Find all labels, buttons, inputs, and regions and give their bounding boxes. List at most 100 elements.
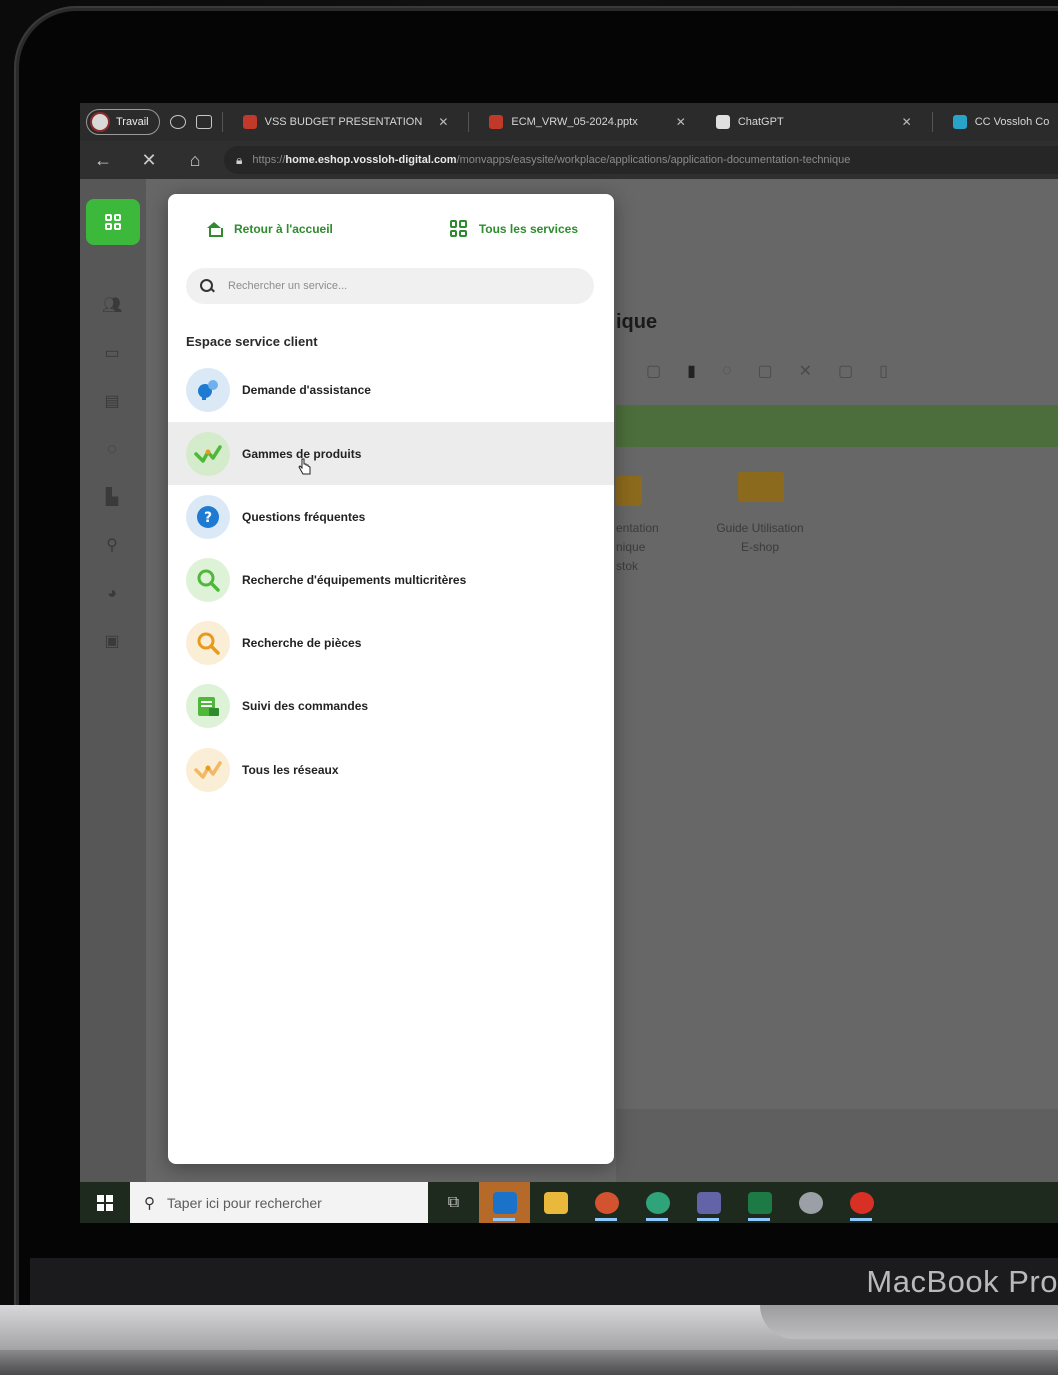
- divider: [221, 112, 223, 132]
- service-label: Recherche de pièces: [242, 635, 362, 650]
- networks-icon: [186, 747, 230, 792]
- apps-menu-button[interactable]: [86, 199, 140, 245]
- taskbar-search: ⚲: [130, 1182, 428, 1223]
- powerpoint-favicon-icon: [489, 115, 504, 129]
- tab-vossloh[interactable]: CC Vossloh Co: [943, 107, 1058, 137]
- service-label: Tous les réseaux: [242, 762, 339, 777]
- tab-budget-presentation[interactable]: VSS BUDGET PRESENTATION ✕: [233, 107, 459, 137]
- folder-icon[interactable]: [616, 476, 642, 506]
- toolbar-icon: ◌: [721, 362, 732, 379]
- service-item-gammes-produits[interactable]: Gammes de produits: [168, 422, 614, 485]
- file-explorer-icon[interactable]: [530, 1182, 581, 1223]
- service-item-tous-reseaux[interactable]: Tous les réseaux: [168, 738, 614, 801]
- left-rail: 👥︎ ▭ ▤ ◌ ▙ ⚲ ◕ ▣: [80, 179, 146, 1182]
- copy-icon: ▢: [837, 363, 854, 380]
- tab-ecm-pptx[interactable]: ECM_VRW_05-2024.pptx ✕: [479, 107, 695, 137]
- excel-icon[interactable]: [734, 1182, 785, 1223]
- tab-label: VSS BUDGET PRESENTATION: [264, 116, 423, 128]
- tab-actions-icon[interactable]: [195, 115, 212, 129]
- chrome-icon[interactable]: [836, 1182, 887, 1223]
- help-circle-icon[interactable]: ◌: [102, 441, 122, 459]
- toolbar-icon: ▢: [757, 363, 773, 380]
- back-arrow-icon[interactable]: ←: [80, 150, 126, 171]
- service-item-recherche-equipements[interactable]: Recherche d'équipements multicritères: [168, 548, 614, 611]
- users-icon[interactable]: 👥︎: [102, 297, 122, 315]
- search-equipment-icon: [186, 557, 230, 602]
- url-path: /monvapps/easysite/workplace/application…: [456, 154, 851, 166]
- breadcrumb-bar: [616, 405, 1058, 447]
- laptop-lid-notch: [760, 1305, 1058, 1339]
- cut-icon: ✕: [798, 363, 812, 380]
- toolbar-icon: ▯: [879, 363, 888, 380]
- close-icon[interactable]: ✕: [902, 115, 912, 129]
- page-footer: [616, 1109, 1058, 1182]
- lock-icon: 🔒︎: [236, 152, 243, 167]
- service-item-demande-assistance[interactable]: Demande d'assistance: [168, 358, 614, 421]
- os-taskbar: ⚲ ⧉: [80, 1182, 1058, 1223]
- browser-tab-bar: Travail VSS BUDGET PRESENTATION ✕ ECM_VR…: [80, 103, 1058, 141]
- service-item-questions-frequentes[interactable]: ? Questions fréquentes: [168, 485, 614, 548]
- search-icon: ⚲: [144, 1194, 155, 1212]
- folder-icon[interactable]: ▭: [102, 345, 122, 363]
- orders-icon: [186, 683, 230, 728]
- taskbar-search-input[interactable]: [167, 1194, 397, 1211]
- browser-nav-bar: ← ✕ ⌂ 🔒︎ https://home.eshop.vossloh-digi…: [80, 141, 1058, 179]
- service-item-recherche-pieces[interactable]: Recherche de pièces: [168, 611, 614, 674]
- task-view-icon[interactable]: ⧉: [428, 1182, 479, 1223]
- close-icon[interactable]: ✕: [438, 115, 448, 129]
- address-bar[interactable]: 🔒︎ https://home.eshop.vossloh-digital.co…: [224, 146, 1058, 174]
- powerpoint-icon[interactable]: [581, 1182, 632, 1223]
- section-title: Espace service client: [186, 334, 318, 349]
- building-icon[interactable]: ▙: [102, 489, 122, 507]
- service-label: Suivi des commandes: [242, 698, 369, 713]
- url-host: home.eshop.vossloh-digital.com: [285, 154, 457, 166]
- all-services-link[interactable]: Tous les services: [449, 220, 578, 237]
- app-icon[interactable]: [785, 1182, 836, 1223]
- document-icon[interactable]: ▤: [102, 393, 122, 411]
- folder-label[interactable]: Guide Utilisation E-shop: [695, 519, 825, 557]
- home-icon[interactable]: ⌂: [172, 150, 218, 171]
- laptop-deck-edge: [0, 1350, 1058, 1375]
- search-parts-icon: [186, 620, 230, 665]
- stop-loading-icon[interactable]: ✕: [126, 150, 172, 171]
- search-input[interactable]: [228, 280, 528, 292]
- profile-label: Travail: [116, 116, 149, 128]
- bookmark-icon: ▮: [687, 363, 696, 380]
- service-item-suivi-commandes[interactable]: Suivi des commandes: [168, 674, 614, 737]
- start-button[interactable]: [80, 1194, 130, 1211]
- home-link-label: Retour à l'accueil: [234, 221, 333, 236]
- outlook-icon[interactable]: [479, 1182, 530, 1223]
- home-link[interactable]: Retour à l'accueil: [206, 220, 333, 237]
- page-title: ique: [616, 311, 658, 333]
- pointer-hand-icon: [298, 458, 311, 475]
- svg-text:?: ?: [204, 510, 212, 526]
- folder-label[interactable]: entation nique stok: [616, 519, 676, 576]
- chat-icon[interactable]: ▣: [102, 633, 122, 651]
- edge-icon[interactable]: [632, 1182, 683, 1223]
- service-search: [186, 268, 594, 304]
- help-icon: ?: [186, 494, 230, 539]
- services-panel: Retour à l'accueil Tous les services Esp…: [168, 194, 614, 1164]
- powerpoint-favicon-icon: [242, 115, 257, 129]
- service-label: Recherche d'équipements multicritères: [242, 572, 467, 587]
- vossloh-favicon-icon: [952, 115, 967, 129]
- folder-icon[interactable]: [738, 472, 784, 502]
- chatgpt-favicon-icon: [715, 115, 730, 129]
- laptop-brand-label: MacBook Pro: [866, 1264, 1058, 1299]
- grid-icon: [449, 220, 467, 237]
- photo-scene: Travail VSS BUDGET PRESENTATION ✕ ECM_VR…: [0, 0, 1058, 1375]
- support-icon[interactable]: ◕: [102, 585, 122, 603]
- toolbar-icon: ▢: [646, 363, 662, 380]
- service-label: Questions fréquentes: [242, 509, 366, 524]
- workspaces-icon[interactable]: [169, 115, 186, 129]
- all-services-label: Tous les services: [478, 221, 578, 236]
- network-icon[interactable]: ⚲: [102, 537, 122, 555]
- document-toolbar: ▢ ▮ ◌ ▢ ✕ ▢ ▯: [616, 354, 1058, 388]
- tab-chatgpt[interactable]: ChatGPT ✕: [706, 107, 922, 137]
- close-icon[interactable]: ✕: [676, 115, 686, 129]
- profile-button[interactable]: Travail: [86, 109, 160, 135]
- apps-grid-icon: [105, 214, 121, 230]
- panel-header: Retour à l'accueil Tous les services: [206, 220, 578, 237]
- home-icon: [206, 221, 223, 237]
- teams-icon[interactable]: [683, 1182, 734, 1223]
